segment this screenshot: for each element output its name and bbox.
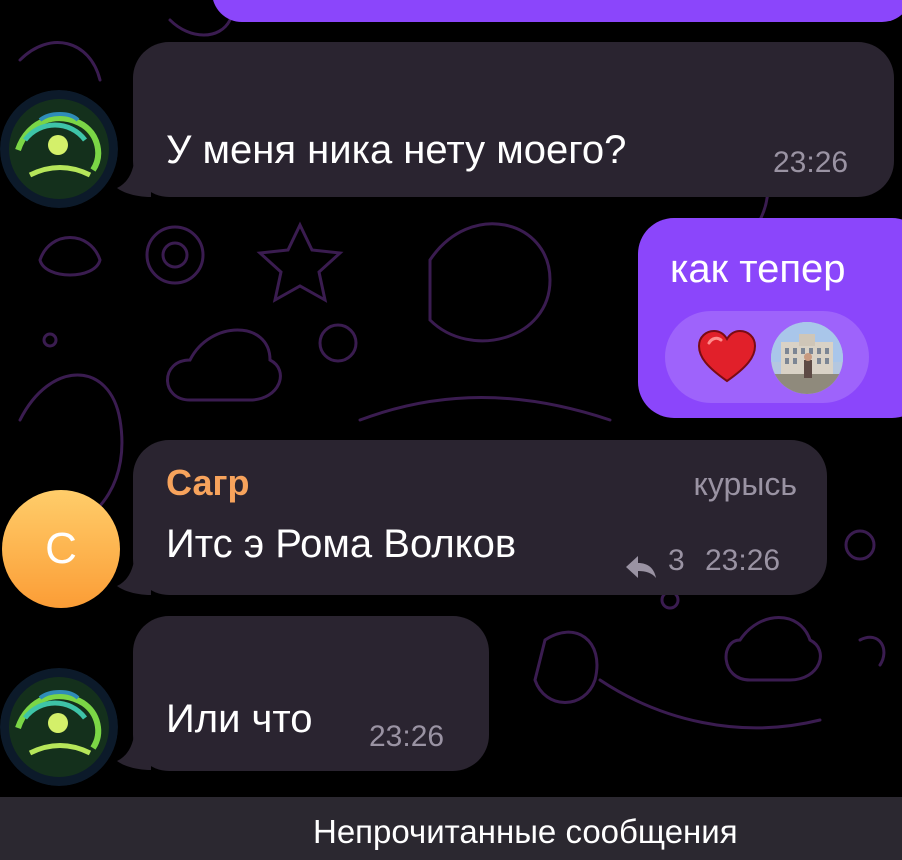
incoming-message-bubble[interactable]: У меня ника нету моего? 23:26	[133, 42, 894, 197]
heart-icon[interactable]	[697, 329, 757, 385]
bubble-tail	[117, 150, 151, 197]
building-photo-icon	[771, 322, 843, 394]
contact-avatar[interactable]	[0, 90, 118, 208]
reply-icon[interactable]	[624, 554, 658, 580]
bubble-tail	[117, 548, 151, 595]
message-text: Итс э Рома Волков	[166, 522, 517, 566]
incoming-message-bubble[interactable]: Сагр курысь Итс э Рома Волков 3 23:26	[133, 440, 827, 595]
unread-banner-label: Непрочитанные сообщения	[313, 813, 738, 850]
avatar-galaxy-image	[0, 668, 118, 786]
message-time: 23:26	[773, 146, 849, 179]
sender-badge: курысь	[693, 466, 797, 502]
message-text: как тепер	[670, 247, 846, 291]
incoming-message-bubble[interactable]: Или что 23:26	[133, 616, 489, 771]
sender-avatar[interactable]: С	[2, 490, 120, 608]
avatar-initial: С	[45, 524, 77, 573]
message-text: У меня ника нету моего?	[166, 128, 627, 172]
message-time: 23:26	[369, 720, 445, 753]
outgoing-message-bubble[interactable]: как тепер	[638, 218, 902, 418]
outgoing-message-bubble-previous[interactable]	[212, 0, 902, 22]
photo-reaction-avatar[interactable]	[771, 322, 843, 394]
contact-avatar[interactable]	[0, 668, 118, 786]
reply-count[interactable]: 3	[668, 544, 685, 578]
bubble-tail	[117, 723, 151, 770]
avatar-galaxy-image	[0, 90, 118, 208]
unread-messages-banner: Непрочитанные сообщения	[0, 797, 902, 860]
message-text: Или что	[166, 697, 313, 741]
message-time: 23:26	[705, 544, 781, 577]
reactions-row[interactable]	[665, 311, 869, 403]
sender-name[interactable]: Сагр	[166, 462, 249, 504]
